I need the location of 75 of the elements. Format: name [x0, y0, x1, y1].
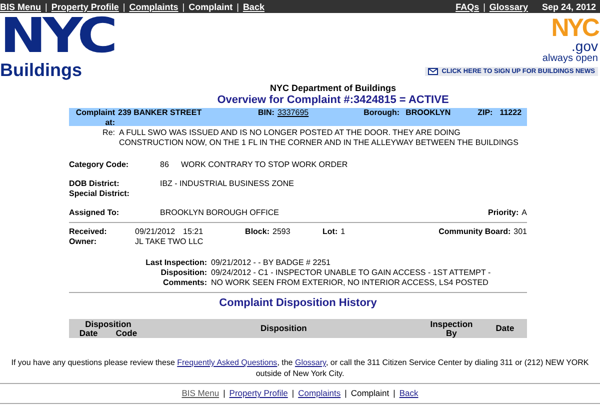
field-label: Re:: [102, 128, 115, 139]
nav-link[interactable]: BIS Menu: [182, 388, 220, 399]
inspection-value: 09/21/2012 - - BY BADGE # 2251: [211, 258, 332, 268]
nav-link[interactable]: Glossary: [489, 2, 528, 12]
nav-link[interactable]: Back: [399, 388, 418, 399]
assigned-value: BROOKLYN BOROUGH OFFICE: [160, 208, 280, 218]
field-label: Last Inspection:: [144, 258, 207, 268]
column-header: Disposition: [85, 320, 132, 328]
column-header: Date: [494, 324, 516, 333]
agency-name: NYC Department of Buildings: [268, 83, 397, 93]
bin-link[interactable]: 3337695: [277, 108, 309, 117]
nav-link[interactable]: Property Profile: [229, 388, 288, 399]
section-title: Complaint Disposition History: [218, 297, 378, 309]
field-label: DOB District:: [69, 179, 120, 189]
separator: |: [122, 2, 126, 12]
field-label: ZIP:: [478, 108, 493, 118]
owner-value: JL TAKE TWO LLC: [135, 237, 204, 247]
received-time: 15:21: [183, 227, 204, 237]
field-label: BIN:: [258, 108, 274, 118]
address-value: 239 BANKER STREET: [118, 108, 203, 118]
separator: |: [344, 388, 347, 399]
field-label: Comments:: [162, 278, 207, 288]
logo-name: Buildings: [0, 60, 83, 80]
board-value: 301: [514, 227, 527, 237]
category-description: WORK CONTRARY TO STOP WORK ORDER: [181, 160, 348, 170]
field-label: Received:: [69, 227, 108, 237]
separator: |: [292, 388, 294, 399]
field-label: Owner:: [69, 237, 98, 247]
column-header: Date: [79, 328, 98, 338]
field-label: Disposition:: [160, 268, 207, 278]
field-label: Complaint at:: [74, 108, 115, 126]
help-link[interactable]: Glossary: [294, 358, 326, 367]
help-text: If you have any questions please review these Frequently Asked Questions, the Glossary, or call the 311 Citizen Service Center by dialing 311 or (212) NEW YORK outside of New York City.: [10, 357, 590, 379]
field-label: Special District:: [69, 189, 130, 199]
separator: |: [223, 388, 226, 399]
field-label: Lot:: [322, 227, 338, 237]
zip-value: 11222: [500, 108, 522, 118]
field-label: Priority:: [488, 208, 519, 218]
current-page-label: Complaint: [188, 2, 233, 12]
nav-link[interactable]: FAQs: [456, 2, 480, 12]
district-value: IBZ - INDUSTRIAL BUSINESS ZONE: [160, 179, 294, 189]
column-header: Inspection By: [430, 320, 473, 338]
envelope-icon: [428, 68, 438, 75]
nav-link[interactable]: Complaints: [298, 388, 341, 399]
date-label: Sep 24, 2012: [542, 2, 596, 12]
nyc-gov-logo: NYC .gov always open: [542, 13, 598, 64]
column-header: Disposition: [260, 324, 308, 333]
separator: |: [236, 2, 239, 12]
nav-link[interactable]: BIS Menu: [0, 2, 42, 12]
current-page-label: Complaint: [350, 388, 390, 399]
inspection-value: 09/24/2012 - C1 - INSPECTOR UNABLE TO GAIN ACCESS - 1ST ATTEMPT -: [211, 268, 492, 278]
priority-value: A: [522, 208, 527, 218]
block-value: 2593: [272, 227, 292, 237]
field-label: Block:: [245, 227, 270, 237]
field-label: Community Board:: [438, 227, 511, 237]
field-label: Assigned To:: [69, 208, 120, 218]
field-label: Category Code:: [69, 160, 130, 170]
separator: |: [393, 388, 396, 399]
lot-value: 1: [340, 227, 346, 237]
separator: |: [483, 2, 486, 12]
field-label: Borough:: [364, 108, 400, 118]
borough-value: BROOKLYN: [406, 108, 452, 118]
logo-mark: NYC: [0, 15, 114, 57]
column-header: Code: [116, 328, 138, 338]
page-title: Overview for Complaint #:3424815 = ACTIVE: [216, 94, 450, 106]
separator: |: [45, 2, 48, 12]
category-code: 86: [160, 160, 170, 170]
help-link[interactable]: Frequently Asked Questions: [177, 358, 278, 367]
separator: |: [182, 2, 185, 12]
nav-link[interactable]: Complaints: [129, 2, 178, 12]
nav-link[interactable]: Back: [242, 2, 264, 12]
complaint-description: A FULL SWO WAS ISSUED AND IS NO LONGER POSTED AT THE DOOR. THEY ARE DOING CONSTRUCTION NOW, ON THE 1 FL IN THE CORNER AND IN THE ALLEYWAY BETWEEN THE BUILDINGS: [119, 128, 520, 148]
nav-link[interactable]: Property Profile: [51, 2, 119, 12]
inspection-value: NO WORK SEEN FROM EXTERIOR, NO INTERIOR ACCESS, LS4 POSTED: [211, 278, 490, 288]
received-date: 09/21/2012: [135, 227, 176, 237]
